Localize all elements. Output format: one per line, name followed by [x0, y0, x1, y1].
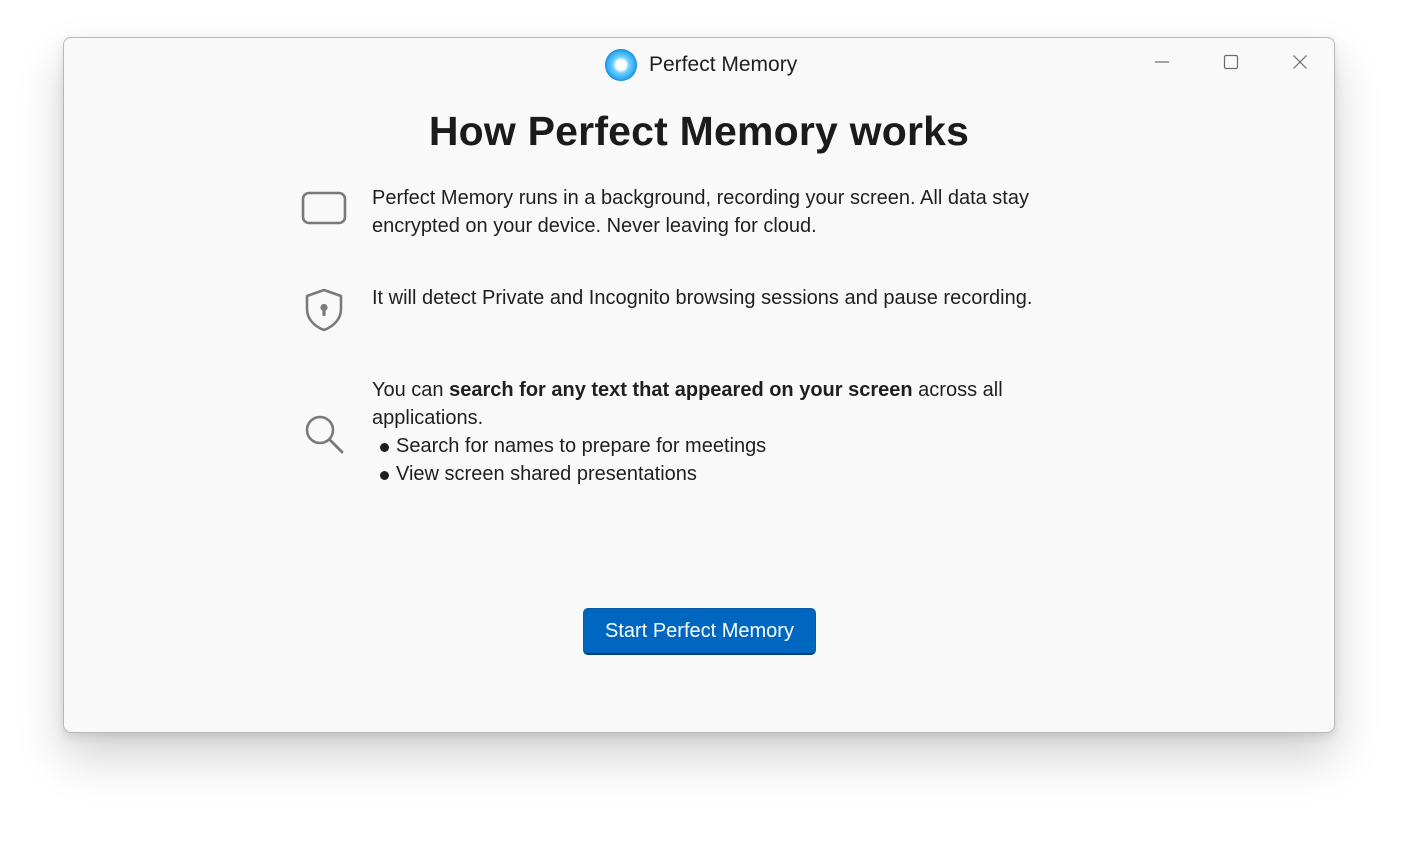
feature-search-text: You can search for any text that appeare… [372, 376, 1092, 488]
app-window: Perfect Memory How Perfect Memory works … [63, 37, 1335, 733]
perfect-memory-logo-icon [605, 49, 637, 81]
list-item: Search for names to prepare for meetings [372, 432, 1092, 460]
maximize-icon [1223, 54, 1239, 70]
page-title: How Perfect Memory works [428, 108, 970, 154]
close-button[interactable] [1277, 46, 1323, 78]
maximize-button[interactable] [1208, 46, 1254, 78]
list-item: View screen shared presentations [372, 460, 1092, 488]
start-perfect-memory-button[interactable]: Start Perfect Memory [583, 608, 816, 655]
title-bar[interactable]: Perfect Memory [64, 38, 1334, 90]
window-title: Perfect Memory [649, 53, 798, 76]
shield-lock-icon [305, 288, 343, 332]
search-bullet-list: Search for names to prepare for meetings… [372, 432, 1092, 488]
minimize-button[interactable] [1139, 46, 1185, 78]
search-text-prefix: You can [372, 379, 450, 401]
close-icon [1293, 55, 1307, 69]
feature-search-description: You can search for any text that appeare… [372, 376, 1092, 432]
search-text-bold: search for any text that appeared on you… [449, 379, 913, 401]
title-group: Perfect Memory [605, 48, 797, 82]
screen-icon [301, 191, 347, 225]
feature-recording-text: Perfect Memory runs in a background, rec… [372, 187, 1029, 237]
feature-privacy-text: It will detect Private and Incognito bro… [372, 287, 1033, 309]
search-icon [305, 415, 344, 454]
minimize-icon [1155, 61, 1169, 63]
